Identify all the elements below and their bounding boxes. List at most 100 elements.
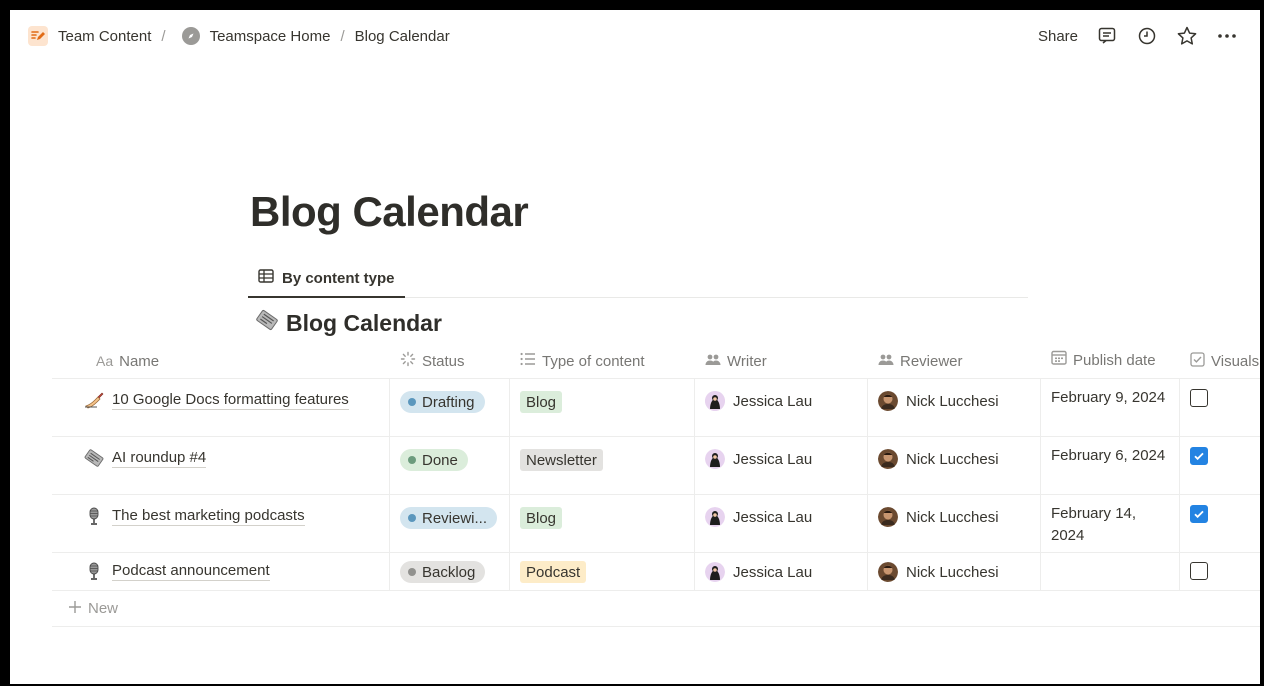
name-cell[interactable]: Podcast announcement <box>52 553 390 590</box>
table-row[interactable]: 10 Google Docs formatting features Draft… <box>52 379 1260 437</box>
writer-cell[interactable]: Jessica Lau <box>695 379 868 436</box>
column-header-publish-date[interactable]: Publish date <box>1041 344 1180 378</box>
date-cell[interactable]: February 6, 2024 <box>1041 437 1180 494</box>
type-cell[interactable]: Podcast <box>510 553 695 590</box>
visuals-checkbox[interactable] <box>1190 447 1208 465</box>
avatar <box>705 449 725 469</box>
row-title: Podcast announcement <box>112 562 270 581</box>
database-title[interactable]: Blog Calendar <box>254 308 442 338</box>
checkmark-icon <box>1194 510 1204 519</box>
status-cell[interactable]: Reviewi... <box>390 495 510 552</box>
reviewer-cell[interactable]: Nick Lucchesi <box>868 379 1041 436</box>
visuals-cell <box>1180 495 1260 552</box>
status-badge: Done <box>400 449 468 471</box>
pencil-list-icon <box>28 26 48 46</box>
page-title[interactable]: Blog Calendar <box>250 188 529 236</box>
calendar-icon <box>1051 350 1067 372</box>
avatar <box>705 507 725 527</box>
breadcrumb-separator: / <box>340 27 345 45</box>
status-cell[interactable]: Backlog <box>390 553 510 590</box>
table-row[interactable]: Podcast announcement Backlog Podcast Jes… <box>52 553 1260 591</box>
writing-hand-icon <box>84 391 104 414</box>
avatar <box>705 562 725 582</box>
new-row-label: New <box>88 600 119 617</box>
breadcrumb-item-teamspace-home[interactable]: Teamspace Home <box>210 28 331 45</box>
reviewer-cell[interactable]: Nick Lucchesi <box>868 553 1041 590</box>
microphone-icon <box>84 562 104 587</box>
share-button[interactable]: Share <box>1038 28 1078 45</box>
person-name: Nick Lucchesi <box>906 450 999 468</box>
person-name: Nick Lucchesi <box>906 392 999 410</box>
status-badge: Reviewi... <box>400 507 498 529</box>
notion-window: Team Content / Teamspace Home / Blog Cal… <box>10 10 1260 684</box>
table-header-row: Aa Name Status Type of content Writer Re… <box>52 343 1260 379</box>
writer-cell[interactable]: Jessica Lau <box>695 437 868 494</box>
table-row[interactable]: The best marketing podcasts Reviewi... B… <box>52 495 1260 553</box>
avatar <box>878 449 898 469</box>
person: Jessica Lau <box>705 449 812 469</box>
column-header-visuals[interactable]: Visuals <box>1180 344 1260 378</box>
status-badge: Drafting <box>400 391 485 413</box>
person-name: Jessica Lau <box>733 563 813 581</box>
column-label: Visuals <box>1211 352 1260 370</box>
visuals-checkbox[interactable] <box>1190 562 1208 580</box>
person-name: Jessica Lau <box>733 392 813 410</box>
status-dot <box>408 456 416 464</box>
column-header-name[interactable]: Aa Name <box>52 344 390 378</box>
database-table: Aa Name Status Type of content Writer Re… <box>52 343 1260 627</box>
visuals-checkbox[interactable] <box>1190 505 1208 523</box>
column-header-writer[interactable]: Writer <box>695 344 868 378</box>
column-label: Publish date <box>1073 352 1156 369</box>
date-cell[interactable]: February 14, 2024 <box>1041 495 1180 552</box>
topbar-actions: Share <box>1038 25 1238 47</box>
type-cell[interactable]: Newsletter <box>510 437 695 494</box>
type-tag: Blog <box>520 391 563 413</box>
person: Nick Lucchesi <box>878 562 999 582</box>
tab-by-content-type[interactable]: By content type <box>248 260 405 298</box>
status-label: Reviewi... <box>422 509 488 527</box>
name-cell[interactable]: AI roundup #4 <box>52 437 390 494</box>
newspaper-icon <box>84 449 104 472</box>
person: Jessica Lau <box>705 562 812 582</box>
column-header-reviewer[interactable]: Reviewer <box>868 344 1041 378</box>
top-bar: Team Content / Teamspace Home / Blog Cal… <box>10 10 1260 62</box>
reviewer-cell[interactable]: Nick Lucchesi <box>868 437 1041 494</box>
writer-cell[interactable]: Jessica Lau <box>695 495 868 552</box>
writer-cell[interactable]: Jessica Lau <box>695 553 868 590</box>
status-dot <box>408 514 416 522</box>
status-cell[interactable]: Drafting <box>390 379 510 436</box>
microphone-icon <box>84 507 104 532</box>
type-cell[interactable]: Blog <box>510 379 695 436</box>
new-row-button[interactable]: New <box>52 591 1260 627</box>
table-row[interactable]: AI roundup #4 Done Newsletter Jessica La… <box>52 437 1260 495</box>
name-cell[interactable]: The best marketing podcasts <box>52 495 390 552</box>
status-dot <box>408 568 416 576</box>
more-icon[interactable] <box>1216 25 1238 47</box>
status-cell[interactable]: Done <box>390 437 510 494</box>
type-cell[interactable]: Blog <box>510 495 695 552</box>
date-cell[interactable] <box>1041 553 1180 590</box>
person-name: Nick Lucchesi <box>906 508 999 526</box>
column-header-type[interactable]: Type of content <box>510 344 695 378</box>
comment-icon[interactable] <box>1096 25 1118 47</box>
avatar <box>878 391 898 411</box>
avatar <box>878 562 898 582</box>
breadcrumb-item-blog-calendar[interactable]: Blog Calendar <box>355 28 450 45</box>
breadcrumb-item-team-content[interactable]: Team Content <box>58 28 151 45</box>
visuals-checkbox[interactable] <box>1190 389 1208 407</box>
column-label: Name <box>119 352 160 370</box>
date-cell[interactable]: February 9, 2024 <box>1041 379 1180 436</box>
column-label: Reviewer <box>900 352 963 370</box>
column-header-status[interactable]: Status <box>390 344 510 378</box>
status-label: Drafting <box>422 393 475 411</box>
star-icon[interactable] <box>1176 25 1198 47</box>
history-icon[interactable] <box>1136 25 1158 47</box>
visuals-cell <box>1180 379 1260 436</box>
row-title: The best marketing podcasts <box>112 507 305 526</box>
status-label: Done <box>422 451 458 469</box>
visuals-cell <box>1180 437 1260 494</box>
person-name: Jessica Lau <box>733 450 813 468</box>
reviewer-cell[interactable]: Nick Lucchesi <box>868 495 1041 552</box>
newspaper-icon <box>254 308 280 338</box>
name-cell[interactable]: 10 Google Docs formatting features <box>52 379 390 436</box>
